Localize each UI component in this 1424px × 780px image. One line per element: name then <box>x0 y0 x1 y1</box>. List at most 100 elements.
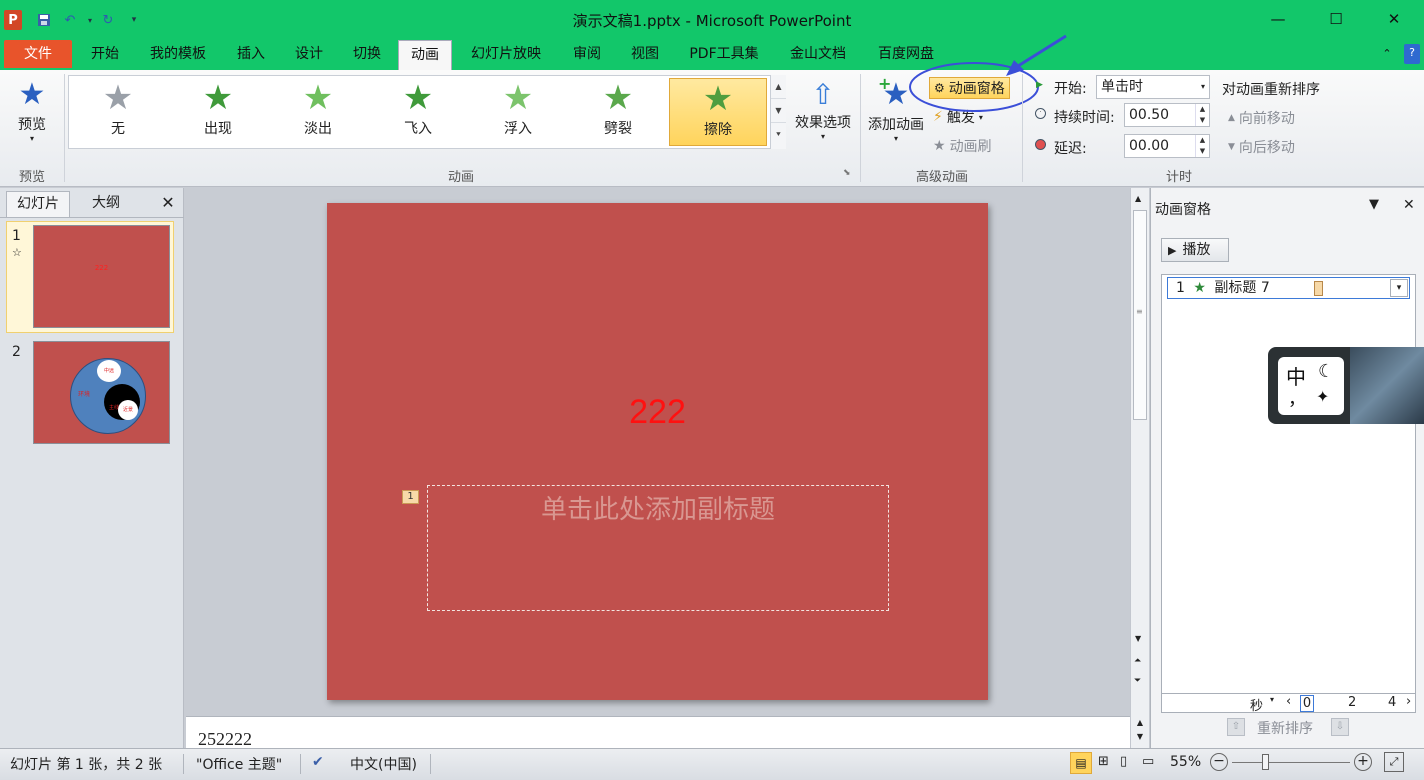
next-slide-icon[interactable]: ⏷ <box>1134 676 1141 686</box>
theme-name[interactable]: "Office 主题" <box>196 754 282 774</box>
previous-slide-icon[interactable]: ⏶ <box>1134 656 1141 666</box>
move-down-icon[interactable]: ⇩ <box>1331 718 1349 736</box>
zoom-in-icon[interactable]: + <box>1354 753 1372 771</box>
notes-scrollbar[interactable]: ▲ ▼ <box>1130 716 1149 748</box>
preview-button[interactable]: ★ 预览 ▾ <box>6 76 58 160</box>
animation-fly-in[interactable]: ★ 飞入 <box>369 78 467 146</box>
animation-painter-button[interactable]: ★ 动画刷 <box>933 136 992 156</box>
language[interactable]: 中文(中国) <box>350 754 417 774</box>
close-button[interactable]: ✕ <box>1374 6 1414 32</box>
maximize-button[interactable]: ☐ <box>1316 6 1356 32</box>
zoom-out-icon[interactable]: − <box>1210 753 1228 771</box>
play-icon: ▶ <box>1168 244 1177 257</box>
delay-input[interactable]: 00.00 ▲ ▼ <box>1124 134 1210 158</box>
tab-kingsoft-docs[interactable]: 金山文档 <box>778 40 858 70</box>
close-pane-icon[interactable]: ✕ <box>1403 197 1415 213</box>
animation-appear[interactable]: ★ 出现 <box>169 78 267 146</box>
pane-options-icon[interactable]: ▼ <box>1369 197 1379 212</box>
tab-view[interactable]: 视图 <box>620 40 670 70</box>
help-icon[interactable]: ? <box>1404 44 1420 64</box>
notes-pane[interactable]: 252222 <box>186 716 1130 749</box>
collapse-ribbon-icon[interactable]: ⌃ <box>1378 40 1396 70</box>
tab-review[interactable]: 审阅 <box>562 40 612 70</box>
triangle-down-icon: ▼ <box>1228 142 1235 152</box>
tab-slideshow[interactable]: 幻灯片放映 <box>458 40 554 70</box>
move-earlier-button[interactable]: ▲ 向前移动 <box>1228 108 1295 128</box>
divider <box>64 74 65 182</box>
animation-tag[interactable]: 1 <box>402 490 419 504</box>
scroll-down-icon[interactable]: ▼ <box>1135 634 1141 643</box>
duration-label: 持续时间: <box>1054 110 1115 126</box>
zoom-level[interactable]: 55% <box>1170 754 1201 770</box>
gallery-down-icon[interactable]: ▼ <box>771 99 786 123</box>
timeline-left-icon[interactable]: ‹ <box>1286 694 1291 709</box>
tab-transitions[interactable]: 切换 <box>342 40 392 70</box>
minimize-button[interactable]: — <box>1258 6 1298 32</box>
timeline-right-icon[interactable]: › <box>1406 694 1411 709</box>
gallery-more-icon[interactable]: ⯆ <box>771 123 786 147</box>
zoom-slider-track[interactable] <box>1232 762 1350 763</box>
editor-scrollbar[interactable]: ▲ ≡ ▼ ⏶ ⏷ <box>1130 188 1149 716</box>
scroll-up-icon[interactable]: ▲ <box>1135 194 1141 203</box>
gallery-up-icon[interactable]: ▲ <box>771 75 786 99</box>
animation-none[interactable]: ★ 无 <box>69 78 167 146</box>
animation-fade[interactable]: ★ 淡出 <box>269 78 367 146</box>
start-label: 开始: <box>1054 81 1087 97</box>
move-later-button[interactable]: ▼ 向后移动 <box>1228 137 1295 157</box>
play-button[interactable]: ▶ 播放 <box>1161 238 1229 262</box>
moon-icon[interactable]: ☾ <box>1318 361 1334 382</box>
slide-sorter-icon[interactable]: ⊞ <box>1098 754 1109 769</box>
divider <box>300 754 301 774</box>
animation-split[interactable]: ★ 劈裂 <box>569 78 667 146</box>
duration-spinner[interactable]: ▲ ▼ <box>1195 104 1209 126</box>
star-green-icon: ★ <box>502 78 534 118</box>
mouse-star-icon: ★ <box>1193 280 1206 296</box>
tab-outline[interactable]: 大纲 <box>74 191 138 217</box>
fit-to-window-icon[interactable]: ⤢ <box>1384 752 1404 772</box>
reading-view-icon[interactable]: ▯ <box>1120 754 1127 769</box>
tab-home[interactable]: 开始 <box>80 40 130 70</box>
delay-clock-icon <box>1035 139 1046 150</box>
divider <box>430 754 431 774</box>
butterfly-icon[interactable]: ✦ <box>1316 387 1329 406</box>
animation-pane: 动画窗格 ▼ ✕ ▶ 播放 1 ★ 副标题 7 ▾ 秒 ▾ ‹ 0 2 4 › ⇧… <box>1150 188 1424 748</box>
slide-thumbnail-1[interactable]: 222 <box>33 225 170 328</box>
animation-float-in[interactable]: ★ 浮入 <box>469 78 567 146</box>
tab-insert[interactable]: 插入 <box>226 40 276 70</box>
tab-slides[interactable]: 幻灯片 <box>6 191 70 217</box>
tab-my-templates[interactable]: 我的模板 <box>138 40 218 70</box>
subtitle-placeholder[interactable]: 单击此处添加副标题 <box>427 485 889 611</box>
duration-input[interactable]: 00.50 ▲ ▼ <box>1124 103 1210 127</box>
move-up-icon[interactable]: ⇧ <box>1227 718 1245 736</box>
animation-pane-title: 动画窗格 <box>1155 202 1211 218</box>
delay-spinner[interactable]: ▲ ▼ <box>1195 135 1209 157</box>
close-panel-icon[interactable]: ✕ <box>156 191 180 217</box>
star-green-icon: ★ <box>602 78 634 118</box>
slideshow-view-icon[interactable]: ▭ <box>1142 754 1154 769</box>
gallery-scrollbar[interactable]: ▲ ▼ ⯆ <box>770 75 786 149</box>
window-title: 演示文稿1.pptx - Microsoft PowerPoint <box>572 12 852 30</box>
tab-design[interactable]: 设计 <box>284 40 334 70</box>
spellcheck-icon[interactable]: ✔ <box>312 754 324 770</box>
slide-thumbnail-2[interactable]: 中远 环境 主线 近景 <box>33 341 170 444</box>
item-dropdown-icon[interactable]: ▾ <box>1390 279 1408 297</box>
start-select[interactable]: 单击时 ▾ <box>1096 75 1210 99</box>
animation-list-item[interactable]: 1 ★ 副标题 7 ▾ <box>1167 277 1410 299</box>
tab-pdf-tools[interactable]: PDF工具集 <box>678 40 770 70</box>
effect-options-button[interactable]: ⇧ 效果选项 ▾ <box>790 78 856 162</box>
scroll-thumb[interactable]: ≡ <box>1133 210 1147 420</box>
ime-toolbar[interactable]: 中 ☾ ， ✦ <box>1268 347 1424 424</box>
normal-view-icon[interactable]: ▤ <box>1070 752 1092 774</box>
tab-animations[interactable]: 动画 <box>398 40 452 71</box>
zoom-slider-handle[interactable] <box>1262 754 1269 770</box>
tab-file[interactable]: 文件 <box>4 40 72 68</box>
slide-canvas[interactable]: 222 1 单击此处添加副标题 <box>327 203 988 700</box>
dialog-launcher-icon[interactable]: ⬊ <box>843 168 851 178</box>
animation-wipe[interactable]: ★ 擦除 <box>669 78 767 146</box>
chevron-down-icon: ▾ <box>1200 82 1205 91</box>
slide-number-1: 1 <box>12 228 21 244</box>
ime-punct-char[interactable]: ， <box>1288 385 1306 411</box>
slide-title-text[interactable]: 222 <box>327 393 988 432</box>
chevron-down-icon[interactable]: ▾ <box>1270 695 1274 704</box>
preview-label: 预览 <box>18 117 46 133</box>
